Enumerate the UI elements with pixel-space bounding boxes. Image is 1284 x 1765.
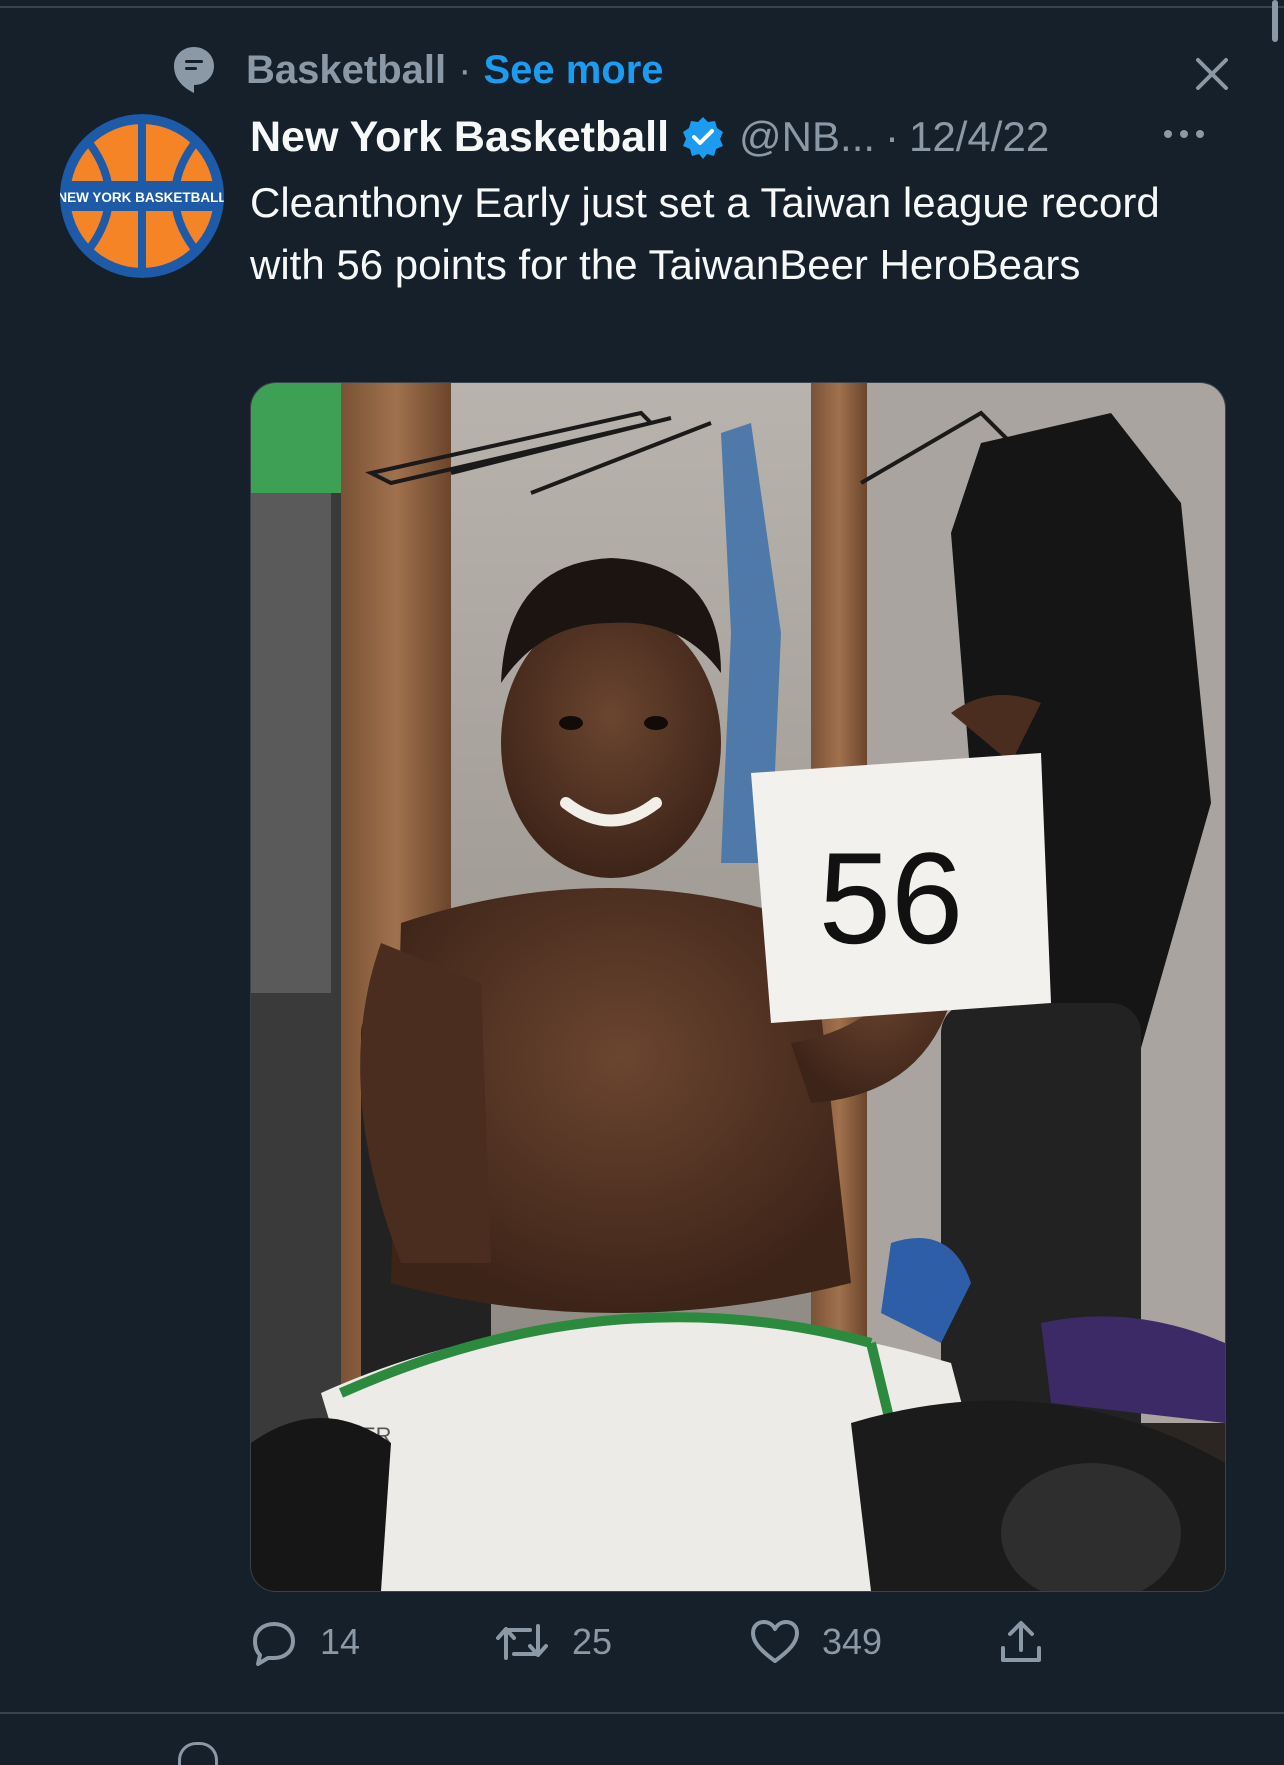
heart-icon	[751, 1620, 799, 1663]
tweet-actions: 14 25 349	[250, 1610, 1070, 1674]
top-divider	[0, 6, 1284, 8]
tweet-photo[interactable]: 56 ER	[250, 382, 1226, 1592]
reply-count: 14	[320, 1621, 361, 1662]
bottom-divider	[0, 1712, 1284, 1714]
header-separator: ·	[885, 113, 900, 160]
more-options-button[interactable]	[1154, 112, 1214, 156]
sign-number: 56	[819, 825, 964, 971]
context-separator: ·	[458, 47, 472, 92]
avatar-logo-text: NEW YORK BASKETBALL	[60, 190, 224, 205]
tweet-text: Cleanthony Early just set a Taiwan leagu…	[250, 179, 1160, 288]
reply-icon	[253, 1622, 295, 1666]
share-button[interactable]	[998, 1610, 1044, 1674]
display-name[interactable]: New York Basketball	[250, 113, 669, 162]
retweet-icon	[496, 1624, 548, 1660]
retweet-count: 25	[572, 1621, 613, 1662]
user-handle[interactable]: @NB...	[739, 113, 875, 161]
like-button[interactable]: 349	[750, 1610, 882, 1674]
see-more-link[interactable]: See more	[483, 48, 663, 93]
share-icon	[1001, 1621, 1041, 1662]
next-item-icon	[178, 1742, 218, 1765]
avatar[interactable]: NEW YORK BASKETBALL	[60, 114, 224, 278]
close-icon	[1196, 58, 1228, 90]
retweet-button[interactable]: 25	[494, 1610, 612, 1674]
like-count: 349	[822, 1621, 883, 1662]
topic-label[interactable]: Basketball	[246, 48, 446, 93]
scrollbar-thumb[interactable]	[1272, 0, 1278, 42]
topic-context: Basketball · See more	[172, 44, 664, 96]
reply-button[interactable]: 14	[250, 1610, 360, 1674]
topic-bubble-icon	[172, 44, 216, 96]
close-button[interactable]	[1182, 44, 1242, 104]
tweet-date[interactable]: 12/4/22	[909, 113, 1049, 161]
more-options-icon	[1164, 130, 1204, 138]
tweet-header: New York Basketball @NB... · 12/4/22	[250, 108, 1049, 166]
verified-badge-icon	[681, 115, 725, 159]
